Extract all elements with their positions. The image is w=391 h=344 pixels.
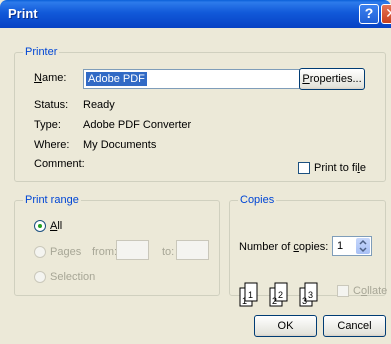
- help-icon[interactable]: ?: [359, 4, 379, 24]
- number-of-copies-label: Number of copies:: [239, 241, 329, 253]
- window-title: Print: [8, 6, 38, 21]
- collate-checkbox[interactable]: [337, 285, 349, 297]
- print-to-file-checkbox[interactable]: [298, 162, 310, 174]
- collate-page-label: 3: [308, 290, 313, 300]
- title-bar[interactable]: Print ? ✕: [0, 0, 391, 28]
- pages-radio[interactable]: [34, 246, 46, 258]
- print-to-file-label[interactable]: Print to file: [314, 162, 366, 174]
- copies-spinner[interactable]: 1: [332, 236, 372, 256]
- comment-label: Comment:: [34, 158, 85, 170]
- from-page-input[interactable]: [116, 240, 149, 260]
- up-down-arrows-icon[interactable]: [356, 238, 370, 254]
- where-value: My Documents: [83, 139, 157, 151]
- selection-label[interactable]: Selection: [50, 271, 95, 283]
- ok-button[interactable]: OK: [254, 315, 317, 337]
- all-label[interactable]: All: [50, 220, 62, 232]
- where-label: Where:: [34, 139, 70, 151]
- copies-group-label: Copies: [238, 194, 277, 206]
- status-value: Ready: [83, 99, 115, 111]
- properties-button[interactable]: Properties...: [299, 68, 365, 90]
- close-icon[interactable]: ✕: [381, 4, 391, 24]
- from-label: from:: [92, 246, 118, 258]
- collate-page-label: 3: [302, 296, 307, 306]
- status-label: Status:: [34, 99, 69, 111]
- collate-label[interactable]: Collate: [353, 285, 387, 297]
- copies-value: 1: [337, 240, 344, 252]
- collate-page-label: 2: [272, 296, 277, 306]
- pages-label[interactable]: Pages: [50, 246, 81, 258]
- collate-page-label: 2: [278, 290, 283, 300]
- to-page-input[interactable]: [176, 240, 209, 260]
- selection-radio[interactable]: [34, 271, 46, 283]
- printer-name-value: Adobe PDF: [86, 72, 147, 86]
- all-radio[interactable]: [34, 220, 46, 232]
- type-value: Adobe PDF Converter: [83, 119, 192, 131]
- collate-page-label: 1: [242, 296, 247, 306]
- name-label: Name:: [34, 72, 67, 84]
- printer-name-select[interactable]: Adobe PDF: [83, 69, 330, 89]
- collate-page-label: 1: [248, 290, 253, 300]
- type-label: Type:: [34, 119, 61, 131]
- collate-pages-icon: 1 1 2 2 3 3: [239, 282, 318, 307]
- to-label: to:: [162, 246, 175, 258]
- print-dialog: Print ? ✕ Printer Name: Adobe PDF Proper…: [0, 0, 391, 344]
- cancel-button[interactable]: Cancel: [323, 315, 386, 337]
- printer-group-label: Printer: [23, 46, 60, 58]
- print-range-group-label: Print range: [23, 194, 81, 206]
